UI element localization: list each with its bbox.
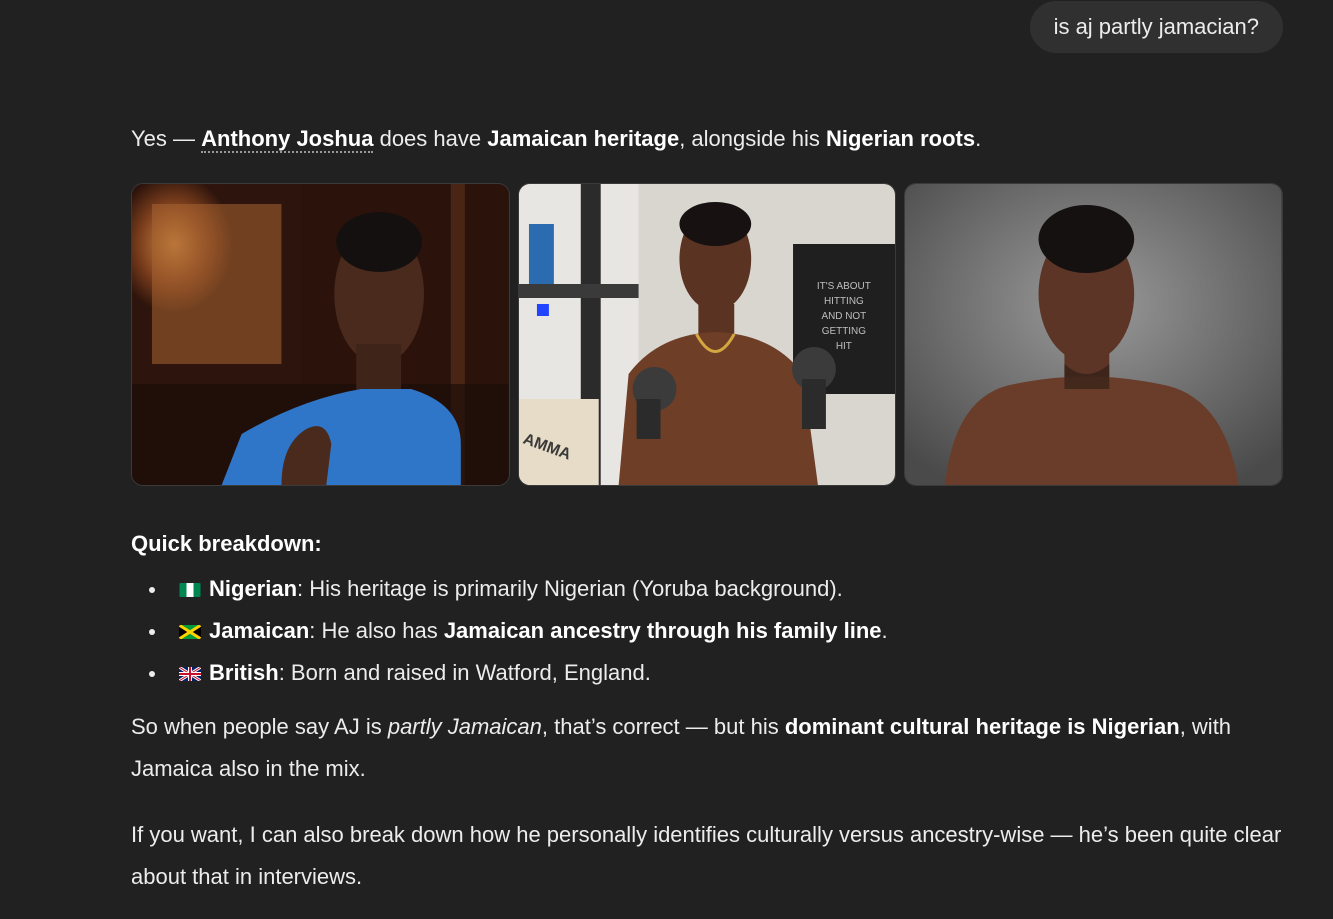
user-message-text: is aj partly jamacian? xyxy=(1053,14,1259,39)
intro-mid2: , alongside his xyxy=(679,126,826,151)
list-item: Nigerian: His heritage is primarily Nige… xyxy=(131,568,1283,610)
portrait-photo-3 xyxy=(905,184,1283,485)
gallery-image-1[interactable] xyxy=(131,183,510,486)
intro-paragraph: Yes — Anthony Joshua does have Jamaican … xyxy=(131,118,1283,160)
intro-prefix: Yes — xyxy=(131,126,202,151)
summary-text-a: So when people say AJ is xyxy=(131,714,388,739)
svg-text:AND NOT: AND NOT xyxy=(821,311,866,322)
assistant-response: Yes — Anthony Joshua does have Jamaican … xyxy=(131,118,1284,898)
poster-text: IT'S ABOUT xyxy=(817,281,871,292)
item-text: : Born and raised in Watford, England. xyxy=(278,660,651,685)
summary-bold: dominant cultural heritage is Nigerian xyxy=(784,714,1180,739)
list-item: Jamaican: He also has Jamaican ancestry … xyxy=(131,610,1283,652)
followup-paragraph: If you want, I can also break down how h… xyxy=(131,822,1282,889)
user-message-bubble: is aj partly jamacian? xyxy=(1029,1,1283,53)
breakdown-list: Nigerian: His heritage is primarily Nige… xyxy=(131,568,1283,694)
gallery-image-3[interactable] xyxy=(904,183,1284,486)
item-label: British xyxy=(209,660,279,685)
gallery-image-2[interactable]: AMMA IT'S ABOUT HITTING AND NOT GETTING … xyxy=(517,183,897,486)
image-gallery: AMMA IT'S ABOUT HITTING AND NOT GETTING … xyxy=(131,183,1284,486)
intro-mid1: does have xyxy=(373,126,488,151)
list-item: British: Born and raised in Watford, Eng… xyxy=(131,652,1283,694)
uk-flag-icon xyxy=(179,667,201,681)
svg-text:GETTING: GETTING xyxy=(821,326,865,337)
jamaica-flag-icon xyxy=(179,625,201,639)
summary-paragraph: So when people say AJ is partly Jamaican… xyxy=(131,706,1283,790)
item-label: Nigerian xyxy=(209,576,298,601)
intro-bold-jamaican: Jamaican heritage xyxy=(487,126,680,151)
portrait-photo-1 xyxy=(132,184,509,485)
chat-page: is aj partly jamacian? Yes — Anthony Jos… xyxy=(0,0,1333,919)
item-label: Jamaican xyxy=(209,618,310,643)
summary-text-b: , that’s correct — but his xyxy=(541,714,785,739)
boxing-pose-photo: AMMA IT'S ABOUT HITTING AND NOT GETTING … xyxy=(518,184,896,485)
intro-bold-nigerian: Nigerian roots xyxy=(825,126,976,151)
svg-text:HITTING: HITTING xyxy=(824,296,864,307)
nigeria-flag-icon xyxy=(179,583,201,597)
svg-text:HIT: HIT xyxy=(836,341,852,352)
summary-italic: partly Jamaican xyxy=(387,714,542,739)
intro-suffix: . xyxy=(975,126,982,151)
item-bold: Jamaican ancestry through his family lin… xyxy=(443,618,882,643)
item-suffix: . xyxy=(881,618,888,643)
item-text: : He also has xyxy=(309,618,444,643)
item-text: : His heritage is primarily Nigerian (Yo… xyxy=(297,576,843,601)
entity-link-anthony-joshua[interactable]: Anthony Joshua xyxy=(201,126,374,153)
breakdown-heading: Quick breakdown: xyxy=(131,531,322,556)
